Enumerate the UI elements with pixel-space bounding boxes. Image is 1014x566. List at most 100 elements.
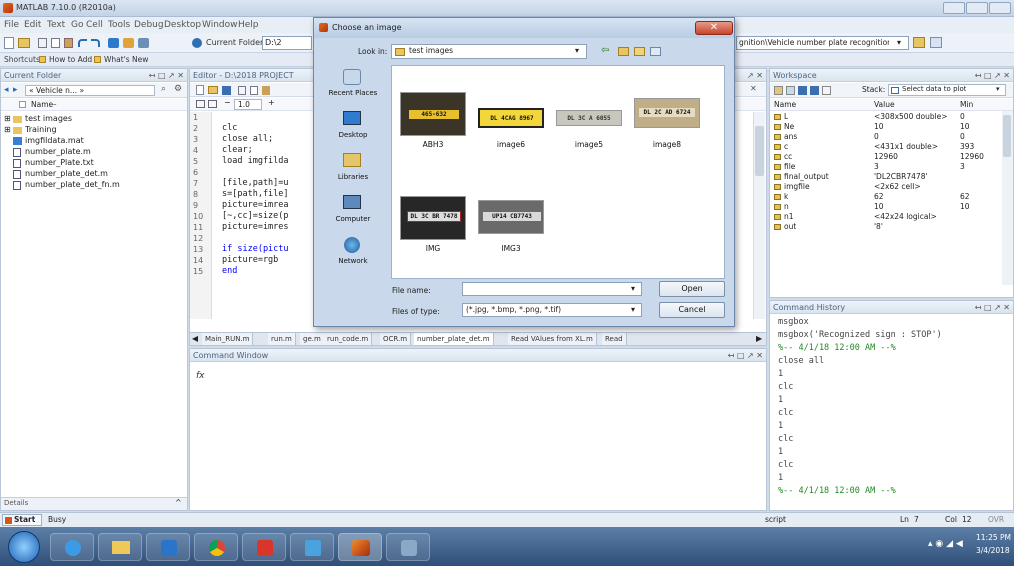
paste-icon[interactable]: [64, 38, 73, 48]
import-icon[interactable]: [798, 86, 807, 95]
panel-controls[interactable]: ↗ ✕: [747, 69, 763, 82]
checkbox-icon[interactable]: [19, 101, 26, 108]
table-row[interactable]: L <308x500 double> 0: [770, 112, 1013, 122]
place-network[interactable]: Network: [318, 233, 388, 273]
maximize-button[interactable]: [966, 2, 988, 14]
undo-icon[interactable]: [78, 39, 87, 47]
simulink-icon[interactable]: [108, 38, 119, 48]
history-item[interactable]: clc: [778, 434, 793, 445]
table-row[interactable]: final_output 'DL2CBR7478': [770, 172, 1013, 182]
history-item[interactable]: 1: [778, 421, 783, 432]
file-type-select[interactable]: (*.jpg, *.bmp, *.png, *.tif) ▾: [462, 303, 642, 317]
place-computer[interactable]: Computer: [318, 191, 388, 231]
place-desktop[interactable]: Desktop: [318, 107, 388, 147]
save-icon[interactable]: [810, 86, 819, 95]
zoom-field[interactable]: 1.0: [234, 99, 262, 110]
table-row[interactable]: n 10 10: [770, 202, 1013, 212]
menu-cell[interactable]: Cell: [86, 20, 103, 30]
history-item[interactable]: %-- 4/1/18 12:00 AM --%: [778, 486, 896, 497]
up-folder-icon[interactable]: [930, 37, 942, 48]
folder-column-header[interactable]: Name –: [1, 99, 187, 111]
back-arrow-icon[interactable]: ⇦: [601, 45, 609, 56]
forward-arrow-icon[interactable]: ▸: [13, 85, 18, 95]
list-item[interactable]: number_plate_det_fn.m: [1, 179, 187, 191]
up-folder-icon[interactable]: [618, 47, 629, 56]
taskbar-matlab[interactable]: [338, 533, 382, 561]
start-button[interactable]: Start: [2, 514, 42, 526]
table-row[interactable]: Ne 10 10: [770, 122, 1013, 132]
shortcut-how-to-add[interactable]: How to Add: [49, 55, 92, 64]
panel-controls[interactable]: ✕: [750, 84, 757, 93]
file-item[interactable]: 465-632 ABH3: [398, 92, 468, 156]
minus-icon[interactable]: −: [224, 98, 231, 107]
command-input-area[interactable]: fx: [190, 363, 766, 510]
new-variable-icon[interactable]: [774, 86, 783, 95]
new-file-icon[interactable]: [4, 37, 14, 49]
history-item[interactable]: 1: [778, 369, 783, 380]
copy-icon[interactable]: [51, 38, 60, 48]
taskbar-media[interactable]: [146, 533, 190, 561]
tab-ge[interactable]: ge.m: [300, 333, 325, 345]
file-item[interactable]: UP14 CB7743 IMG3: [476, 196, 546, 260]
menu-desktop[interactable]: Desktop: [164, 20, 201, 30]
history-item[interactable]: close all: [778, 356, 824, 367]
scroll-thumb[interactable]: [755, 126, 764, 176]
workspace-scrollbar[interactable]: [1002, 111, 1013, 285]
table-row[interactable]: file 3 3: [770, 162, 1013, 172]
close-window-button[interactable]: [989, 2, 1011, 14]
plus-icon[interactable]: +: [268, 98, 275, 107]
menu-debug[interactable]: Debug: [134, 20, 164, 30]
menu-help[interactable]: Help: [238, 20, 259, 30]
view-menu-icon[interactable]: [650, 47, 661, 56]
history-item[interactable]: %-- 4/1/18 12:00 AM --%: [778, 343, 896, 354]
taskbar-ie[interactable]: [50, 533, 94, 561]
redo-icon[interactable]: [91, 39, 100, 47]
new-file-icon[interactable]: [196, 85, 204, 95]
table-row[interactable]: n1 <42x24 logical>: [770, 212, 1013, 222]
current-folder-field[interactable]: D:\2: [262, 36, 312, 50]
paste-icon[interactable]: [262, 86, 270, 95]
menu-file[interactable]: File: [4, 20, 19, 30]
open-button[interactable]: Open: [659, 281, 725, 297]
history-item[interactable]: msgbox: [778, 317, 809, 328]
history-item[interactable]: clc: [778, 408, 793, 419]
workspace-column-header[interactable]: Name Value Min: [770, 99, 1013, 111]
open-variable-icon[interactable]: [786, 86, 795, 95]
back-arrow-icon[interactable]: ◂: [4, 85, 9, 95]
scroll-thumb[interactable]: [1003, 115, 1011, 157]
delete-icon[interactable]: [822, 86, 831, 95]
taskbar-screenshot[interactable]: [290, 533, 334, 561]
tab-scroll-left-icon[interactable]: ◀: [192, 334, 198, 343]
taskbar-app[interactable]: [386, 533, 430, 561]
cancel-button[interactable]: Cancel: [659, 302, 725, 318]
taskbar-downloader[interactable]: [242, 533, 286, 561]
file-name-input[interactable]: ▾: [462, 282, 642, 296]
menu-text[interactable]: Text: [47, 20, 65, 30]
panel-controls[interactable]: ↤ □ ↗ ✕: [728, 349, 763, 362]
menu-window[interactable]: Window: [202, 20, 238, 30]
history-list[interactable]: msgbox msgbox('Recognized sign : STOP') %-…: [770, 315, 1013, 510]
shortcut-whats-new[interactable]: What's New: [104, 55, 148, 64]
browse-folder-icon[interactable]: [913, 37, 925, 48]
history-item[interactable]: msgbox('Recognized sign : STOP'): [778, 330, 942, 341]
copy-icon[interactable]: [250, 86, 258, 95]
table-row[interactable]: imgfile <2x62 cell>: [770, 182, 1013, 192]
chevron-down-icon[interactable]: ▾: [631, 304, 635, 316]
look-in-dropdown[interactable]: test images ▾: [391, 44, 587, 59]
help-icon[interactable]: [192, 38, 202, 48]
gear-icon[interactable]: ⚙: [174, 84, 182, 94]
place-libraries[interactable]: Libraries: [318, 149, 388, 189]
cut-icon[interactable]: [238, 86, 246, 95]
taskbar-explorer[interactable]: [98, 533, 142, 561]
tab-run[interactable]: run.m: [268, 333, 296, 345]
taskbar-chrome[interactable]: [194, 533, 238, 561]
tab-main-run[interactable]: Main_RUN.m: [202, 333, 254, 345]
cut-icon[interactable]: [38, 38, 47, 48]
select-plot-dropdown[interactable]: Select data to plot ▾: [888, 84, 1006, 96]
history-item[interactable]: 1: [778, 473, 783, 484]
cell-mode-icon[interactable]: [196, 100, 205, 108]
tray-icons[interactable]: ▴ ◉ ◢ ◀: [928, 539, 963, 549]
table-row[interactable]: c <431x1 double> 393: [770, 142, 1013, 152]
guide-icon[interactable]: [123, 38, 134, 48]
panel-controls[interactable]: ↤ □ ↗ ✕: [975, 69, 1010, 82]
